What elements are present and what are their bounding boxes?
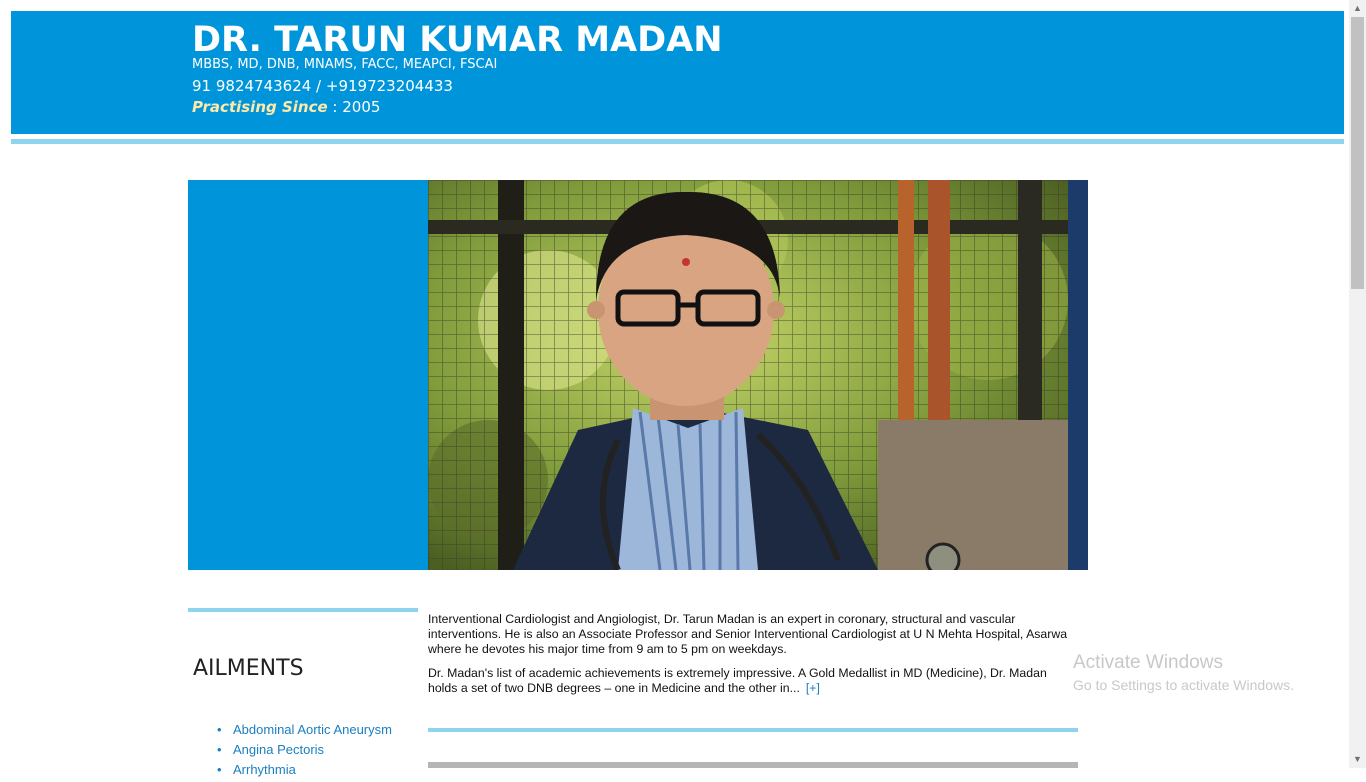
header-divider [11, 139, 1344, 144]
practising-since-separator: : [327, 98, 343, 116]
bio-paragraph-text: Dr. Madan's list of academic achievement… [428, 666, 1047, 695]
bio-paragraph: Interventional Cardiologist and Angiolog… [428, 612, 1068, 656]
scroll-up-arrow-icon[interactable]: ▲ [1349, 0, 1366, 17]
ailment-link[interactable]: Abdominal Aortic Aneurysm [217, 722, 392, 742]
bio-section: Interventional Cardiologist and Angiolog… [428, 612, 1073, 705]
practising-since: Practising Since : 2005 [192, 98, 380, 116]
sidebar-divider [188, 608, 418, 612]
site-header: DR. TARUN KUMAR MADAN MBBS, MD, DNB, MNA… [11, 11, 1344, 134]
hero-blue-panel [188, 180, 428, 570]
doctor-name: DR. TARUN KUMAR MADAN [192, 20, 723, 60]
activate-windows-subtitle: Go to Settings to activate Windows. [1073, 677, 1294, 693]
ailment-link[interactable]: Angina Pectoris [217, 742, 392, 762]
doctor-degrees: MBBS, MD, DNB, MNAMS, FACC, MEAPCI, FSCA… [192, 57, 498, 72]
scroll-thumb[interactable] [1351, 17, 1364, 289]
vertical-scrollbar[interactable]: ▲ ▼ [1349, 0, 1366, 768]
scroll-down-arrow-icon[interactable]: ▼ [1349, 751, 1366, 768]
read-more-link[interactable]: [+] [806, 681, 820, 695]
content-divider [428, 728, 1078, 732]
practising-since-label: Practising Since [192, 98, 328, 116]
doctor-photo [428, 180, 1088, 570]
ailments-heading: AILMENTS [193, 656, 304, 681]
phone-numbers: 91 9824743624 / +919723204433 [192, 77, 453, 95]
ailments-list: Abdominal Aortic Aneurysm Angina Pectori… [217, 722, 392, 782]
grey-section-bar [428, 762, 1078, 768]
bio-paragraph-2: Dr. Madan's list of academic achievement… [428, 666, 1073, 696]
ailment-link[interactable]: Arrhythmia [217, 762, 392, 782]
practising-since-year: 2005 [342, 98, 381, 116]
activate-windows-title: Activate Windows [1073, 652, 1223, 673]
